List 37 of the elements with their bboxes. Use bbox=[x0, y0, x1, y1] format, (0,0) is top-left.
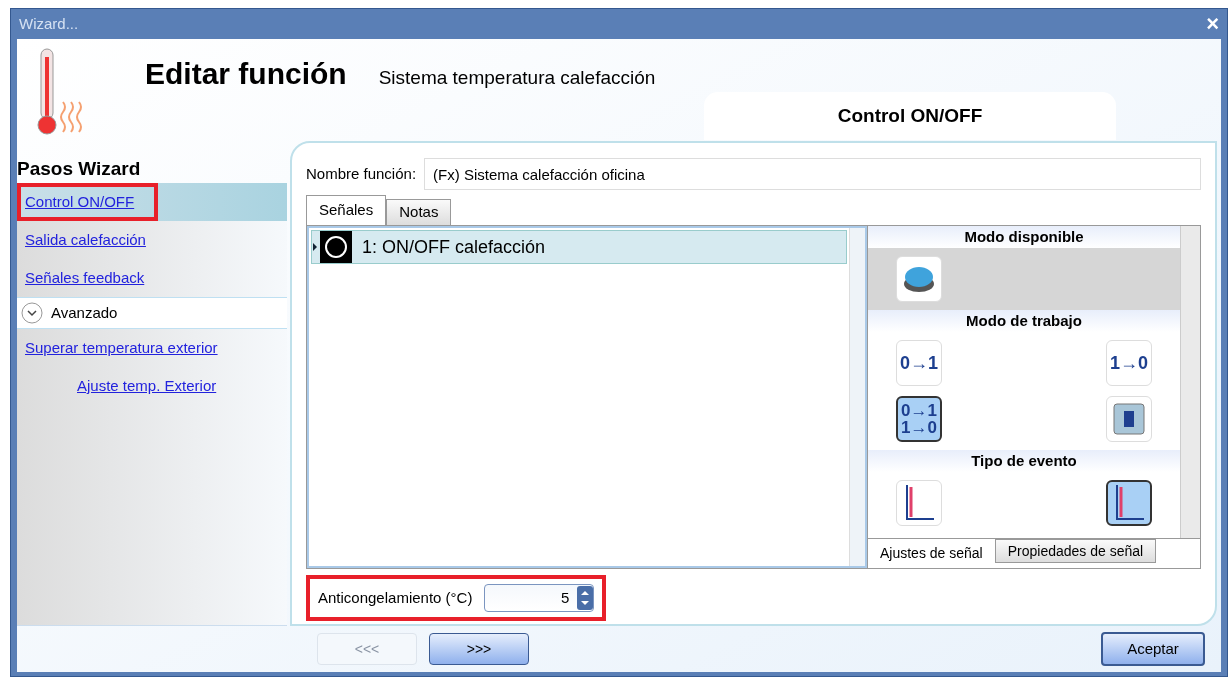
field-label: Anticongelamiento (°C) bbox=[318, 587, 473, 608]
step-link[interactable]: Salida calefacción bbox=[25, 228, 146, 252]
section-header[interactable]: Avanzado bbox=[17, 297, 287, 329]
page-subtitle: Sistema temperatura calefacción bbox=[378, 66, 656, 90]
mode-option[interactable]: 1→0 bbox=[1106, 340, 1152, 386]
step-link[interactable]: Señales feedback bbox=[25, 266, 145, 290]
accept-button[interactable]: Aceptar bbox=[1101, 632, 1205, 666]
name-input[interactable]: (Fx) Sistema calefacción oficina bbox=[424, 158, 1201, 190]
scrollbar[interactable] bbox=[849, 228, 865, 566]
step-link[interactable]: Ajuste temp. Exterior bbox=[77, 374, 217, 398]
section-title: Modo disponible bbox=[868, 226, 1180, 248]
number-spinner[interactable]: 5 bbox=[484, 584, 595, 612]
spinner-arrows-icon bbox=[577, 586, 594, 610]
pulse-icon bbox=[904, 485, 934, 521]
tab[interactable]: Propiedades de señal bbox=[994, 539, 1157, 563]
field-label: Nombre función: bbox=[306, 163, 417, 184]
window-title: Wizard... bbox=[19, 13, 79, 34]
tab[interactable]: Notas bbox=[386, 199, 452, 225]
push-button-icon bbox=[902, 264, 936, 294]
sidebar-title: Pasos Wizard bbox=[17, 157, 142, 181]
section-title: Modo de trabajo bbox=[868, 310, 1180, 332]
mode-option[interactable]: 0→1 1→0 bbox=[896, 396, 942, 442]
input-node-icon bbox=[312, 231, 354, 263]
mode-label: 1→0 bbox=[901, 419, 937, 436]
scrollbar[interactable] bbox=[1180, 226, 1200, 538]
pulse-icon bbox=[1114, 485, 1144, 521]
mode-option[interactable]: 0→1 bbox=[896, 340, 942, 386]
close-button[interactable]: × bbox=[1206, 13, 1219, 35]
wall-switch-icon bbox=[1112, 402, 1146, 436]
mode-label: 0→1 bbox=[901, 402, 937, 419]
section-title: Tipo de evento bbox=[868, 450, 1180, 472]
tab[interactable]: Señales bbox=[306, 195, 387, 225]
signal-row[interactable]: 1: ON/OFF calefacción bbox=[311, 230, 847, 264]
chevron-down-icon bbox=[21, 302, 43, 324]
page-title: Editar función bbox=[145, 56, 347, 92]
step-link[interactable]: Superar temperatura exterior bbox=[25, 336, 218, 360]
nav-button[interactable]: >>> bbox=[429, 633, 529, 665]
